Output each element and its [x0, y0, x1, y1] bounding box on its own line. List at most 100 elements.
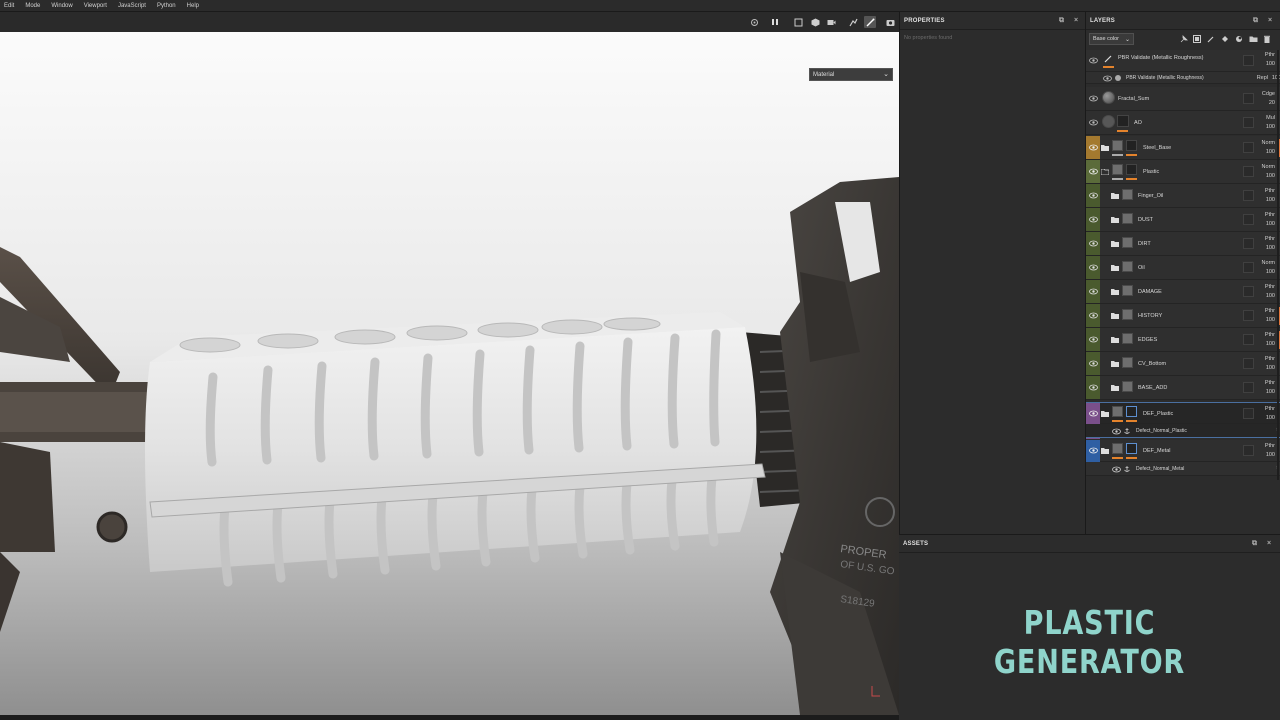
snapshot-icon[interactable]: [885, 17, 895, 27]
layer-blend-mode[interactable]: Norm: [1262, 140, 1275, 146]
layer-row[interactable]: CV_Bottom Pthr 100: [1086, 352, 1280, 376]
menu-python[interactable]: Python: [157, 3, 176, 9]
folder-icon[interactable]: [1101, 145, 1109, 151]
layer-opacity[interactable]: 100: [1266, 124, 1275, 130]
layer-blend-mode[interactable]: Pthr: [1265, 443, 1275, 449]
mask-add-icon[interactable]: [1192, 34, 1202, 44]
brush-icon[interactable]: [864, 16, 876, 28]
eye-icon[interactable]: [1089, 191, 1098, 200]
layer-row[interactable]: DIRT Pthr 100: [1086, 232, 1280, 256]
eye-icon[interactable]: [1089, 383, 1098, 392]
layer-blend-mode[interactable]: Cdge: [1262, 91, 1275, 97]
menu-mode[interactable]: Mode: [25, 3, 40, 9]
eye-icon[interactable]: [1089, 56, 1098, 65]
layer-effect-row[interactable]: PBR Validate (Metallic Roughness) Repl 1…: [1086, 72, 1280, 84]
eye-icon[interactable]: [1089, 263, 1098, 272]
camera-icon[interactable]: [826, 17, 836, 27]
layer-opacity[interactable]: 100: [1266, 173, 1275, 179]
layer-blend-mode[interactable]: Pthr: [1265, 406, 1275, 412]
folder-icon[interactable]: [1248, 34, 1258, 44]
eye-icon[interactable]: [1089, 311, 1098, 320]
menu-window[interactable]: Window: [51, 3, 72, 9]
folder-icon[interactable]: [1111, 385, 1119, 391]
eye-icon[interactable]: [1089, 359, 1098, 368]
eye-icon[interactable]: [1089, 287, 1098, 296]
layer-row[interactable]: Plastic Norm 100: [1086, 160, 1280, 184]
layer-blend-mode[interactable]: Pthr: [1265, 356, 1275, 362]
anchor-row[interactable]: Defect_Normal_Metal ×: [1086, 462, 1280, 476]
layer-blend-mode[interactable]: Pthr: [1265, 380, 1275, 386]
layer-opacity[interactable]: 20: [1269, 100, 1275, 106]
light-icon[interactable]: [848, 17, 858, 27]
layer-opacity[interactable]: 100: [1266, 389, 1275, 395]
folder-icon[interactable]: [1111, 313, 1119, 319]
folder-open-icon[interactable]: [1101, 169, 1109, 175]
folder-icon[interactable]: [1111, 241, 1119, 247]
folder-icon[interactable]: [1111, 217, 1119, 223]
undock-icon[interactable]: ⧉: [1253, 17, 1258, 25]
target-icon[interactable]: [749, 17, 759, 27]
anchor-row[interactable]: Defect_Normal_Plastic ×: [1086, 424, 1280, 438]
layer-opacity[interactable]: 100: [1266, 452, 1275, 458]
folder-icon[interactable]: [1111, 361, 1119, 367]
folder-icon[interactable]: [1111, 265, 1119, 271]
layer-row[interactable]: Finger_Oil Pthr 100: [1086, 184, 1280, 208]
layer-row[interactable]: HISTORY Pthr 100: [1086, 304, 1280, 328]
folder-icon[interactable]: [1111, 337, 1119, 343]
undock-icon[interactable]: ⧉: [1059, 17, 1064, 25]
layer-opacity[interactable]: 100: [1266, 415, 1275, 421]
layer-blend-mode[interactable]: Pthr: [1265, 284, 1275, 290]
layer-row[interactable]: Steel_Base Norm 100: [1086, 136, 1280, 160]
layer-opacity[interactable]: 100: [1266, 197, 1275, 203]
effect-icon[interactable]: [1234, 34, 1244, 44]
layer-row[interactable]: DAMAGE Pthr 100: [1086, 280, 1280, 304]
eye-icon[interactable]: [1103, 74, 1112, 83]
layer-opacity[interactable]: 100: [1266, 61, 1275, 67]
menu-javascript[interactable]: JavaScript: [118, 3, 146, 9]
layer-opacity[interactable]: 100: [1266, 293, 1275, 299]
eye-icon[interactable]: [1089, 167, 1098, 176]
layer-row[interactable]: BASE_ADD Pthr 100: [1086, 376, 1280, 400]
eye-icon[interactable]: [1089, 409, 1098, 418]
layers-scrollbar[interactable]: [1277, 50, 1279, 480]
layer-opacity[interactable]: 100: [1266, 365, 1275, 371]
layer-row-selected[interactable]: DEF_Plastic Pthr 100: [1086, 402, 1280, 439]
menu-viewport[interactable]: Viewport: [84, 3, 107, 9]
folder-icon[interactable]: [1111, 289, 1119, 295]
folder-icon[interactable]: [1101, 411, 1109, 417]
3d-viewport[interactable]: PROPER OF U.S. GO S18129 Material ⌄: [0, 32, 899, 715]
delete-icon[interactable]: [1262, 34, 1272, 44]
layer-row[interactable]: Oil Norm 100: [1086, 256, 1280, 280]
layer-row[interactable]: PBR Validate (Metallic Roughness) Pthr 1…: [1086, 50, 1280, 72]
eye-icon[interactable]: [1089, 239, 1098, 248]
frame-icon[interactable]: [793, 17, 803, 27]
layer-row[interactable]: Fractal_Sum Cdge 20: [1086, 87, 1280, 111]
layer-blend-mode[interactable]: Repl: [1257, 75, 1268, 81]
layer-opacity[interactable]: 100: [1266, 221, 1275, 227]
layer-blend-mode[interactable]: Norm: [1262, 164, 1275, 170]
layer-opacity[interactable]: 100: [1266, 149, 1275, 155]
folder-icon[interactable]: [1101, 448, 1109, 454]
close-icon[interactable]: ×: [1074, 17, 1078, 24]
menu-help[interactable]: Help: [187, 3, 199, 9]
layer-blend-mode[interactable]: Mul: [1266, 115, 1275, 121]
folder-icon[interactable]: [1111, 193, 1119, 199]
paint-layer-icon[interactable]: [1206, 34, 1216, 44]
close-icon[interactable]: ×: [1268, 17, 1272, 24]
eye-icon[interactable]: [1112, 465, 1121, 474]
cube-icon[interactable]: [810, 17, 820, 27]
layer-row[interactable]: AO Mul 100: [1086, 111, 1280, 135]
layer-blend-mode[interactable]: Pthr: [1265, 236, 1275, 242]
pause-icon[interactable]: [770, 17, 780, 27]
layer-blend-mode[interactable]: Pthr: [1265, 188, 1275, 194]
layer-blend-mode[interactable]: Pthr: [1265, 308, 1275, 314]
layer-blend-mode[interactable]: Pthr: [1265, 212, 1275, 218]
close-icon[interactable]: ×: [1267, 540, 1271, 547]
eye-icon[interactable]: [1112, 427, 1121, 436]
undock-icon[interactable]: ⧉: [1252, 540, 1257, 548]
layer-blend-mode[interactable]: Pthr: [1265, 332, 1275, 338]
eye-icon[interactable]: [1089, 143, 1098, 152]
layer-blend-mode[interactable]: Pthr: [1265, 52, 1275, 58]
menu-edit[interactable]: Edit: [4, 3, 14, 9]
layer-opacity[interactable]: 100: [1266, 245, 1275, 251]
